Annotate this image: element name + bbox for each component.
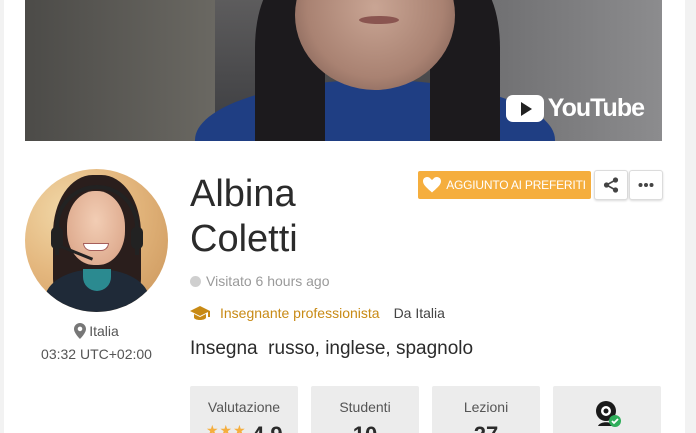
favorite-button[interactable]: AGGIUNTO AI PREFERITI [418, 171, 591, 199]
youtube-logo-text: YouTube [547, 94, 645, 122]
avatar [25, 169, 168, 312]
more-options-button[interactable] [629, 170, 663, 200]
badge-label[interactable]: Insegnante professionista [220, 305, 380, 321]
webcam-verified-icon [596, 401, 621, 427]
stat-rating: Valutazione ★★★ 4.9 [190, 386, 298, 433]
last-seen: Visitato 6 hours ago [190, 273, 330, 289]
location: Italia [25, 323, 168, 339]
teacher-name: Albina Coletti [190, 172, 410, 262]
map-pin-icon [74, 323, 87, 339]
location-label: Italia [89, 323, 119, 339]
professional-badge: Insegnante professionista Da Italia [190, 305, 445, 321]
last-seen-label: Visitato 6 hours ago [206, 273, 330, 289]
heart-icon [423, 177, 442, 193]
stat-value: 10 [311, 422, 419, 433]
youtube-play-icon [505, 95, 544, 122]
star-rating-icon: ★★★ [206, 422, 247, 433]
status-dot-icon [190, 275, 201, 287]
stat-webcam [553, 386, 661, 433]
share-icon [603, 177, 619, 193]
stat-value: 27 [432, 422, 540, 433]
local-time: 03:32 UTC+02:00 [41, 346, 152, 362]
share-button[interactable] [594, 170, 628, 200]
stat-lessons: Lezioni 27 [432, 386, 540, 433]
intro-video[interactable]: YouTube [25, 0, 662, 141]
last-name: Coletti [190, 218, 298, 260]
youtube-logo[interactable]: YouTube [505, 94, 645, 123]
first-name: Albina [190, 173, 296, 215]
favorite-label: AGGIUNTO AI PREFERITI [446, 178, 586, 192]
stat-label: Studenti [339, 399, 391, 415]
graduation-cap-icon [190, 306, 210, 320]
teaches-languages: Insegna russo, inglese, spagnolo [190, 338, 474, 359]
origin-label: Da Italia [393, 305, 445, 321]
stat-label: Lezioni [463, 399, 509, 415]
stat-value: 4.9 [252, 422, 283, 433]
stat-label: Valutazione [207, 399, 281, 415]
more-dots-icon [638, 183, 654, 187]
stat-students: Studenti 10 [311, 386, 419, 433]
